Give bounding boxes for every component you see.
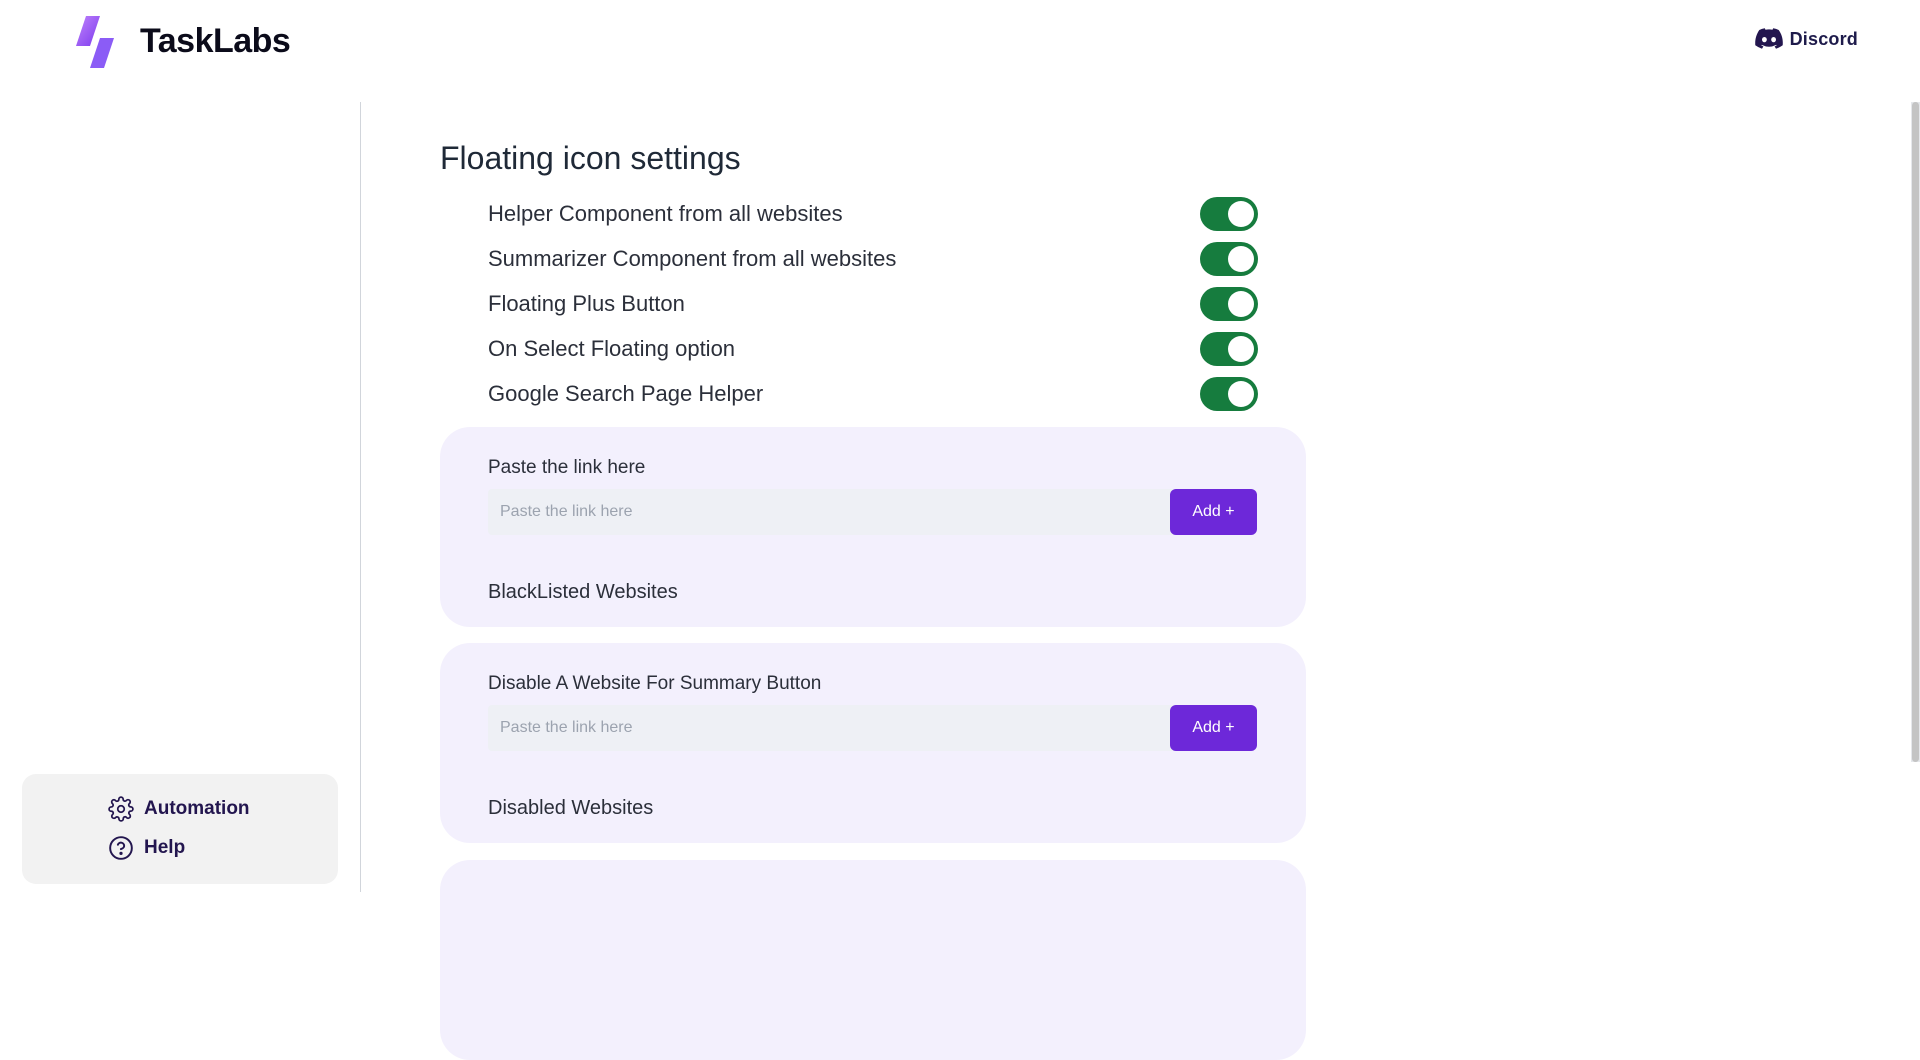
toggle-knob	[1228, 336, 1254, 362]
brand-name[interactable]: TaskLabs	[140, 20, 291, 62]
toggle-knob	[1228, 381, 1254, 407]
discord-label: Discord	[1789, 28, 1858, 49]
blacklist-card: Paste the link here Add + BlackListed We…	[440, 427, 1306, 627]
sidebar-item-help[interactable]: Help	[108, 835, 185, 861]
toggle-label: Summarizer Component from all websites	[488, 246, 897, 271]
toggle-row-helper-component: Helper Component from all websites	[488, 196, 1258, 232]
blacklist-link-input[interactable]	[488, 489, 1178, 535]
scrollbar-thumb[interactable]	[1912, 102, 1919, 762]
toggle-label: Floating Plus Button	[488, 291, 685, 316]
toggle-label: Helper Component from all websites	[488, 201, 843, 226]
toggle-knob	[1228, 291, 1254, 317]
toggle-row-google-search-helper: Google Search Page Helper	[488, 376, 1258, 412]
tasklabs-logo-icon[interactable]	[76, 16, 124, 68]
sidebar-bottom-card: Automation Help	[22, 774, 338, 884]
summary-disable-input-label: Disable A Website For Summary Button	[488, 673, 822, 694]
sidebar-item-automation[interactable]: Automation	[108, 796, 250, 822]
gear-icon	[108, 796, 134, 822]
discord-link[interactable]: Discord	[1754, 28, 1858, 50]
toggle-row-floating-plus-button: Floating Plus Button	[488, 286, 1258, 322]
sidebar-item-label: Automation	[144, 798, 250, 819]
on-select-floating-toggle[interactable]	[1200, 332, 1258, 366]
sidebar: Automation Help	[0, 102, 361, 892]
sidebar-item-label: Help	[144, 837, 186, 858]
disabled-websites-heading: Disabled Websites	[488, 797, 654, 819]
summary-disable-add-button[interactable]: Add +	[1170, 705, 1257, 751]
toggle-label: Google Search Page Helper	[488, 381, 764, 406]
discord-icon	[1754, 28, 1783, 49]
toggle-row-on-select-floating: On Select Floating option	[488, 331, 1258, 367]
header: TaskLabs Discord	[0, 0, 1920, 83]
toggle-label: On Select Floating option	[488, 336, 736, 361]
blacklist-input-label: Paste the link here	[488, 457, 646, 478]
toggle-row-summarizer-component: Summarizer Component from all websites	[488, 241, 1258, 277]
google-search-helper-toggle[interactable]	[1200, 377, 1258, 411]
blacklisted-websites-heading: BlackListed Websites	[488, 581, 678, 603]
summary-disable-card: Disable A Website For Summary Button Add…	[440, 643, 1306, 843]
summary-disable-link-input[interactable]	[488, 705, 1178, 751]
page-scrollbar[interactable]	[1911, 102, 1920, 762]
question-circle-icon	[109, 836, 133, 860]
next-settings-card	[440, 860, 1306, 1060]
toggle-knob	[1228, 201, 1254, 227]
helper-component-toggle[interactable]	[1200, 197, 1258, 231]
page-title: Floating icon settings	[440, 140, 741, 176]
toggle-knob	[1228, 246, 1254, 272]
summarizer-component-toggle[interactable]	[1200, 242, 1258, 276]
floating-plus-button-toggle[interactable]	[1200, 287, 1258, 321]
blacklist-add-button[interactable]: Add +	[1170, 489, 1257, 535]
